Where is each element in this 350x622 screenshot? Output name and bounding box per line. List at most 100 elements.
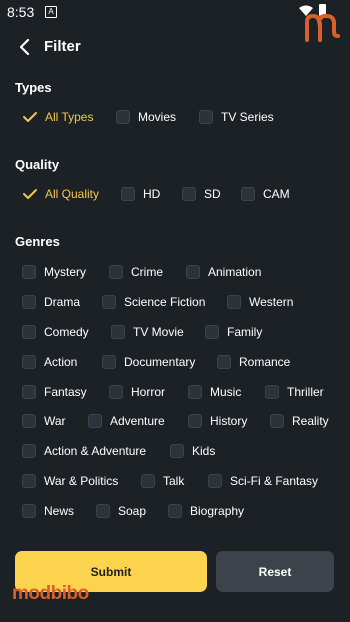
genre-option[interactable]: Action & Adventure: [22, 442, 146, 460]
type-option-label: All Types: [45, 110, 94, 124]
genre-option[interactable]: Action: [22, 353, 77, 371]
genre-option-label: Mystery: [44, 265, 86, 279]
checkbox[interactable]: [22, 414, 36, 428]
checkbox[interactable]: [168, 504, 182, 518]
genre-option[interactable]: Sci-Fi & Fantasy: [208, 472, 318, 490]
genre-option[interactable]: Drama: [22, 293, 80, 311]
checkbox[interactable]: [265, 385, 279, 399]
genre-option-label: Family: [227, 325, 263, 339]
genre-option[interactable]: TV Movie: [111, 323, 184, 341]
type-option-label: Movies: [138, 110, 177, 124]
checkbox[interactable]: [22, 444, 36, 458]
checkbox[interactable]: [22, 385, 36, 399]
genre-option[interactable]: Horror: [109, 383, 165, 401]
checkmark-icon: [23, 189, 37, 199]
quality-option-label: CAM: [263, 187, 290, 201]
page-title: Filter: [44, 38, 81, 55]
checkbox[interactable]: [186, 265, 200, 279]
checkbox[interactable]: [22, 355, 36, 369]
genre-option-label: Reality: [292, 414, 329, 428]
checkbox[interactable]: [88, 414, 102, 428]
reset-button[interactable]: Reset: [216, 551, 334, 592]
type-option-all[interactable]: All Types: [22, 108, 93, 126]
checkbox[interactable]: [188, 414, 202, 428]
notification-a-icon: A: [45, 6, 57, 18]
checkbox[interactable]: [270, 414, 284, 428]
quality-option-label: HD: [143, 187, 161, 201]
checkbox[interactable]: [22, 474, 36, 488]
genre-option-label: History: [210, 414, 248, 428]
genre-option[interactable]: Biography: [168, 502, 244, 520]
type-option-movies[interactable]: Movies: [116, 108, 176, 126]
checkbox[interactable]: [188, 385, 202, 399]
header: Filter: [0, 30, 350, 64]
status-bar: 8:53 A: [0, 0, 350, 24]
checkbox[interactable]: [205, 325, 219, 339]
checkbox[interactable]: [141, 474, 155, 488]
genre-option-label: Action & Adventure: [44, 444, 147, 458]
checkbox[interactable]: [182, 187, 196, 201]
genre-option-label: War: [44, 414, 66, 428]
quality-option-label: SD: [204, 187, 221, 201]
checkbox[interactable]: [217, 355, 231, 369]
genre-option[interactable]: Mystery: [22, 263, 86, 281]
genre-option-label: Talk: [163, 474, 185, 488]
genre-option-label: Soap: [118, 504, 147, 518]
checkbox[interactable]: [109, 265, 123, 279]
genre-option[interactable]: Animation: [186, 263, 261, 281]
checkbox[interactable]: [96, 504, 110, 518]
genre-option[interactable]: Documentary: [102, 353, 195, 371]
checkbox[interactable]: [121, 187, 135, 201]
quality-option-cam[interactable]: CAM: [241, 185, 290, 203]
checkbox[interactable]: [22, 325, 36, 339]
genre-option-label: News: [44, 504, 75, 518]
checkbox[interactable]: [170, 444, 184, 458]
genre-option[interactable]: War & Politics: [22, 472, 118, 490]
back-arrow-icon[interactable]: [14, 36, 36, 58]
genres-section-title: Genres: [15, 234, 60, 249]
types-section-title: Types: [15, 80, 52, 95]
checkbox[interactable]: [199, 110, 213, 124]
genre-option[interactable]: Reality: [270, 412, 329, 430]
quality-option-sd[interactable]: SD: [182, 185, 221, 203]
genre-option-label: War & Politics: [44, 474, 119, 488]
genre-option-label: TV Movie: [133, 325, 184, 339]
checkbox[interactable]: [111, 325, 125, 339]
genre-option-label: Animation: [208, 265, 262, 279]
checkbox[interactable]: [241, 187, 255, 201]
checkbox[interactable]: [109, 385, 123, 399]
genre-option[interactable]: History: [188, 412, 247, 430]
genre-option[interactable]: Science Fiction: [102, 293, 205, 311]
quality-option-hd[interactable]: HD: [121, 185, 160, 203]
genre-option-label: Thriller: [287, 385, 324, 399]
type-option-tv-series[interactable]: TV Series: [199, 108, 274, 126]
genre-option[interactable]: Western: [227, 293, 293, 311]
genre-option[interactable]: War: [22, 412, 66, 430]
checkbox[interactable]: [102, 355, 116, 369]
genre-option-label: Adventure: [110, 414, 165, 428]
genre-option[interactable]: Crime: [109, 263, 163, 281]
genre-option[interactable]: Fantasy: [22, 383, 87, 401]
checkbox[interactable]: [227, 295, 241, 309]
genre-option-label: Music: [210, 385, 242, 399]
genre-option-label: Comedy: [44, 325, 89, 339]
genre-option[interactable]: Talk: [141, 472, 184, 490]
quality-option-all[interactable]: All Quality: [22, 185, 99, 203]
checkbox[interactable]: [208, 474, 222, 488]
genre-option[interactable]: Thriller: [265, 383, 324, 401]
genre-option[interactable]: Romance: [217, 353, 290, 371]
checkbox[interactable]: [116, 110, 130, 124]
quality-option-label: All Quality: [45, 187, 100, 201]
checkbox[interactable]: [22, 295, 36, 309]
checkbox[interactable]: [22, 504, 36, 518]
genre-option[interactable]: News: [22, 502, 74, 520]
checkbox[interactable]: [22, 265, 36, 279]
checkbox[interactable]: [102, 295, 116, 309]
genre-option[interactable]: Family: [205, 323, 262, 341]
genre-option[interactable]: Music: [188, 383, 241, 401]
genre-option[interactable]: Adventure: [88, 412, 165, 430]
genre-option-label: Kids: [192, 444, 216, 458]
genre-option[interactable]: Comedy: [22, 323, 89, 341]
genre-option[interactable]: Soap: [96, 502, 146, 520]
genre-option[interactable]: Kids: [170, 442, 215, 460]
